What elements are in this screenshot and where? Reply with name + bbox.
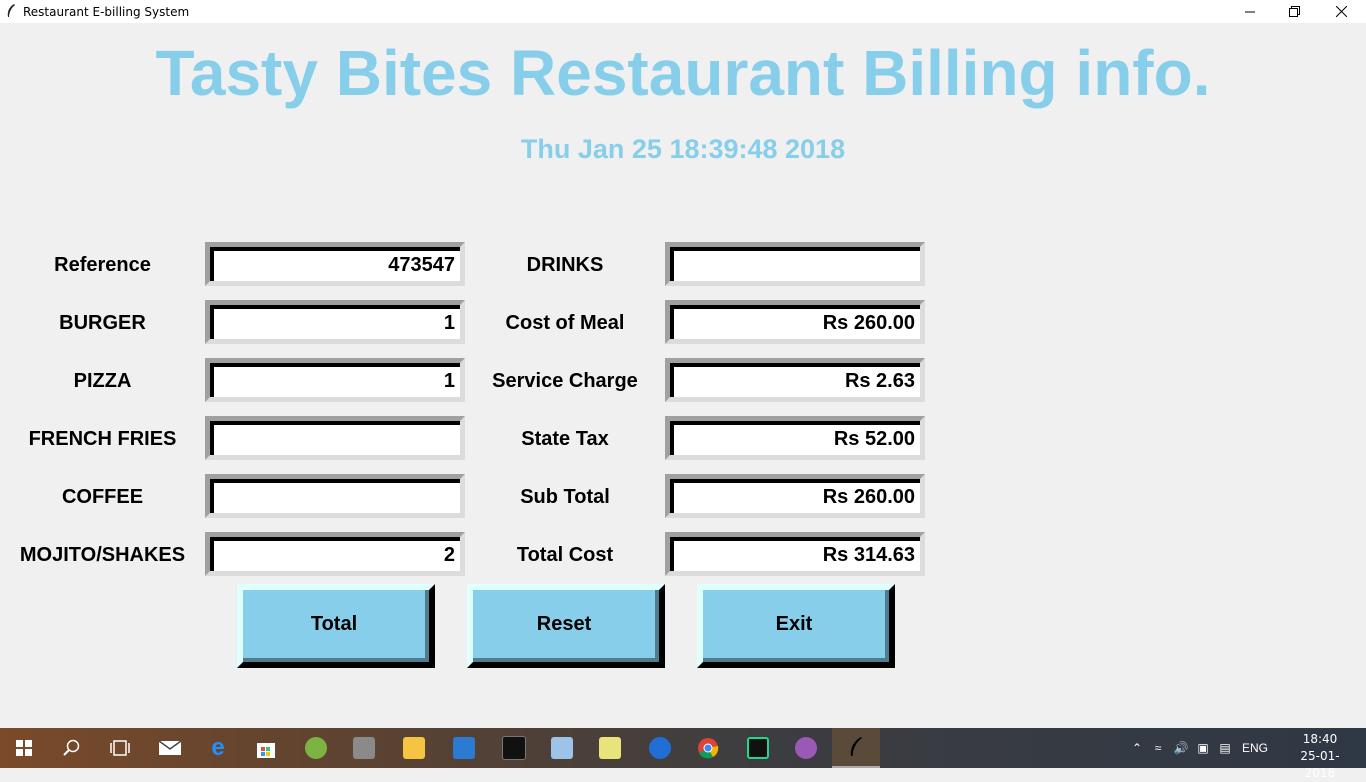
taskbar-pycharm-edu[interactable] — [440, 728, 488, 768]
coffee-label: COFFEE — [61, 486, 144, 508]
total-cost-value[interactable]: Rs 314.63 — [670, 537, 920, 571]
system-clock[interactable]: 18:40 25-01-2018 — [1286, 731, 1354, 782]
mojito-shakes-label: MOJITO/SHAKES — [19, 544, 186, 566]
taskbar: e ⌃ ≈ 🔊 ▣ ▤ ENG 18:40 25-01-2018 — [0, 728, 1366, 780]
wifi-icon[interactable]: ≈ — [1146, 741, 1170, 755]
page-title: Tasty Bites Restaurant Billing info. — [155, 37, 1211, 109]
burger-value[interactable]: 1 — [210, 305, 460, 339]
taskbar-store[interactable] — [242, 728, 290, 768]
window-title: Restaurant E-billing System — [23, 5, 190, 19]
reset-button[interactable]: Reset — [467, 584, 665, 668]
coffee-field[interactable] — [205, 474, 465, 518]
service-charge-label: Service Charge — [492, 370, 638, 392]
service-charge-field[interactable]: Rs 2.63 — [665, 358, 925, 402]
reference-label: Reference — [54, 254, 151, 276]
chrome-icon — [698, 738, 719, 759]
app-icon — [353, 737, 375, 759]
notification-icon[interactable]: ▤ — [1214, 741, 1236, 755]
terminal-icon — [502, 736, 526, 760]
restore-icon — [1289, 5, 1300, 17]
reset-button-label: Reset — [473, 590, 659, 662]
taskbar-terminal[interactable] — [490, 728, 538, 768]
taskbar-app[interactable] — [340, 728, 388, 768]
file-explorer-icon — [403, 737, 425, 759]
pizza-label: PIZZA — [73, 370, 132, 392]
pycharm-icon — [747, 737, 769, 759]
taskbar-photos[interactable] — [538, 728, 586, 768]
taskbar-cat-app[interactable] — [782, 728, 830, 768]
burger-label: BURGER — [59, 312, 146, 334]
windows-start-icon — [16, 740, 32, 756]
reference-field[interactable]: 473547 — [205, 242, 465, 286]
minimize-button[interactable] — [1227, 0, 1273, 23]
pizza-value[interactable]: 1 — [210, 363, 460, 397]
sub-total-label: Sub Total — [520, 486, 610, 508]
mail-icon — [158, 740, 182, 755]
taskbar-android-studio[interactable] — [292, 728, 340, 768]
search-button[interactable] — [48, 728, 96, 768]
total-cost-label: Total Cost — [516, 544, 614, 566]
window-title-bar: Restaurant E-billing System — [0, 0, 1366, 23]
edge-icon: e — [211, 734, 225, 761]
taskbar-sticky-notes[interactable] — [586, 728, 634, 768]
feather-app-icon — [850, 737, 862, 756]
french-fries-value[interactable] — [210, 421, 460, 455]
taskbar-edge[interactable]: e — [194, 728, 242, 768]
reference-value[interactable]: 473547 — [210, 247, 460, 281]
close-button[interactable] — [1318, 0, 1364, 23]
exit-button[interactable]: Exit — [697, 584, 895, 668]
store-icon — [257, 743, 275, 758]
date-time-label: Thu Jan 25 18:39:48 2018 — [520, 134, 846, 164]
french-fries-label: FRENCH FRIES — [28, 428, 177, 450]
close-icon — [1335, 6, 1347, 17]
start-button[interactable] — [0, 728, 48, 768]
sticky-notes-icon — [599, 737, 621, 759]
language-indicator[interactable]: ENG — [1242, 741, 1268, 755]
sub-total-field[interactable]: Rs 260.00 — [665, 474, 925, 518]
mojito-shakes-value[interactable]: 2 — [210, 537, 460, 571]
imo-icon — [649, 737, 671, 759]
total-cost-field[interactable]: Rs 314.63 — [665, 532, 925, 576]
taskbar-mail[interactable] — [146, 728, 194, 768]
state-tax-field[interactable]: Rs 52.00 — [665, 416, 925, 460]
clock-time: 18:40 — [1302, 732, 1338, 746]
cat-app-icon — [795, 737, 817, 759]
cost-of-meal-field[interactable]: Rs 260.00 — [665, 300, 925, 344]
android-studio-icon — [305, 737, 327, 759]
pizza-field[interactable]: 1 — [205, 358, 465, 402]
volume-icon[interactable]: 🔊 — [1170, 741, 1192, 755]
feather-icon — [7, 4, 15, 17]
total-button-label: Total — [243, 590, 429, 662]
cost-of-meal-value[interactable]: Rs 260.00 — [670, 305, 920, 339]
service-charge-value[interactable]: Rs 2.63 — [670, 363, 920, 397]
burger-field[interactable]: 1 — [205, 300, 465, 344]
total-button[interactable]: Total — [237, 584, 435, 668]
state-tax-label: State Tax — [521, 428, 609, 450]
minimize-icon — [1245, 11, 1255, 12]
task-view-button[interactable] — [96, 728, 144, 768]
restore-button[interactable] — [1272, 0, 1318, 23]
drinks-value[interactable] — [670, 247, 920, 281]
task-view-icon — [110, 740, 130, 756]
battery-icon[interactable]: ▣ — [1192, 741, 1214, 755]
taskbar-file-explorer[interactable] — [390, 728, 438, 768]
mojito-shakes-field[interactable]: 2 — [205, 532, 465, 576]
taskbar-chrome[interactable] — [684, 728, 732, 768]
sub-total-value[interactable]: Rs 260.00 — [670, 479, 920, 513]
cost-of-meal-label: Cost of Meal — [505, 312, 625, 334]
coffee-value[interactable] — [210, 479, 460, 513]
state-tax-value[interactable]: Rs 52.00 — [670, 421, 920, 455]
drinks-field[interactable] — [665, 242, 925, 286]
taskbar-pycharm[interactable] — [734, 728, 782, 768]
search-icon — [63, 739, 80, 756]
taskbar-active-feather-app[interactable] — [832, 728, 880, 768]
pycharm-edu-icon — [453, 737, 475, 759]
taskbar-imo[interactable] — [636, 728, 684, 768]
exit-button-label: Exit — [703, 590, 889, 662]
clock-date: 25-01-2018 — [1300, 749, 1340, 780]
french-fries-field[interactable] — [205, 416, 465, 460]
chevron-up-icon[interactable]: ⌃ — [1128, 741, 1146, 755]
photos-icon — [551, 737, 573, 759]
drinks-label: DRINKS — [526, 254, 604, 276]
